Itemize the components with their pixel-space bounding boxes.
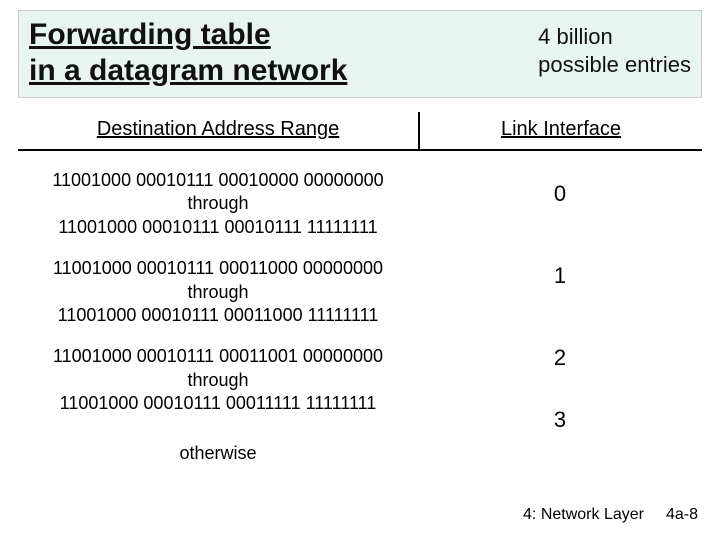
table-row: 11001000 00010111 00011001 00000000 thro… [18,327,418,415]
range-to: 11001000 00010111 00010111 11111111 [18,216,418,239]
title-box: Forwarding table in a datagram network 4… [18,10,702,98]
table-row: otherwise [18,416,418,465]
range-from: 11001000 00010111 00010000 00000000 [18,169,418,192]
footer-chapter: 4: Network Layer [523,506,644,524]
interface-column: 0 1 2 3 [418,151,702,465]
table-row: 11001000 00010111 00011000 00000000 thro… [18,239,418,327]
title-annotation: 4 billion possible entries [534,23,691,78]
ranges-column: 11001000 00010111 00010000 00000000 thro… [18,151,418,465]
interface-value: 3 [418,371,702,433]
table-header-row: Destination Address Range Link Interface [18,112,702,151]
range-to: 11001000 00010111 00011111 11111111 [18,392,418,415]
table-body: 11001000 00010111 00010000 00000000 thro… [18,151,702,465]
range-from: 11001000 00010111 00011001 00000000 [18,345,418,368]
interface-value: 1 [418,207,702,289]
title-line2: in a datagram network [29,54,347,87]
header-range: Destination Address Range [18,112,418,149]
table-row: 11001000 00010111 00010000 00000000 thro… [18,151,418,239]
footer-page: 4a-8 [666,506,698,524]
annotation-line2: possible entries [538,52,691,77]
interface-value: 2 [418,289,702,371]
range-to: 11001000 00010111 00011000 11111111 [18,304,418,327]
annotation-line1: 4 billion [538,24,613,49]
range-otherwise: otherwise [18,442,418,465]
slide-footer: 4: Network Layer 4a-8 [523,506,698,524]
range-from: 11001000 00010111 00011000 00000000 [18,257,418,280]
range-mid: through [18,192,418,215]
slide: Forwarding table in a datagram network 4… [0,0,720,540]
header-interface: Link Interface [420,112,702,149]
forwarding-table: Destination Address Range Link Interface… [18,112,702,465]
slide-title: Forwarding table in a datagram network [29,17,347,89]
interface-value: 0 [418,151,702,207]
range-mid: through [18,281,418,304]
title-line1: Forwarding table [29,18,271,51]
range-mid: through [18,369,418,392]
